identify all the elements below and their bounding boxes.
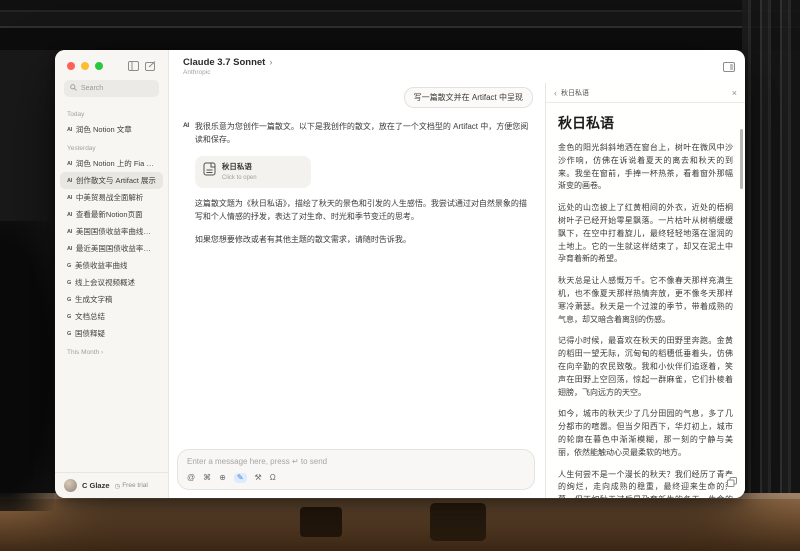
- user-account-footer[interactable]: C Glaze ◷ Free trial: [55, 472, 168, 498]
- input-toolbar: @ ⌘ ⊕ ✎ ⚒ Ω: [187, 473, 525, 483]
- artifact-panel-header: ‹ 秋日私语 ×: [546, 83, 745, 103]
- command-icon[interactable]: ⌘: [203, 474, 211, 482]
- message-input-placeholder: Enter a message here, press ↵ to send: [187, 457, 525, 466]
- g-chat-icon: G: [67, 314, 71, 320]
- sidebar-toggle-icon[interactable]: [128, 61, 139, 71]
- search-icon: [70, 84, 77, 93]
- section-label-today: Today: [67, 111, 156, 118]
- g-chat-icon: G: [67, 263, 71, 269]
- style-icon[interactable]: Ω: [270, 474, 276, 482]
- ai-chat-icon: AI: [67, 229, 72, 235]
- assistant-paragraph: 这篇散文题为《秋日私语》，描绘了秋天的景色和引发的人生感悟。我尝试通过对自然景象…: [195, 198, 533, 224]
- zoom-window-button[interactable]: [95, 62, 103, 70]
- artifact-card-subtitle: Click to open: [222, 174, 257, 184]
- artifact-paragraph: 金色的阳光斜斜地洒在窗台上，树叶在微风中沙沙作响，仿佛在诉说着夏天的离去和秋天的…: [558, 142, 733, 193]
- section-label-yesterday: Yesterday: [67, 145, 156, 152]
- artifact-panel-toggle-icon[interactable]: [723, 59, 735, 77]
- sidebar-chat-item[interactable]: AI 最近美国国债收益率曲线…: [60, 240, 163, 257]
- plan-badge: ◷ Free trial: [115, 482, 148, 490]
- window-controls: [55, 50, 168, 78]
- sidebar: Search Today AI 润色 Notion 文章 Yesterday A…: [55, 50, 169, 498]
- artifact-breadcrumb[interactable]: 秋日私语: [561, 88, 589, 98]
- provider-label: Anthropic: [183, 69, 733, 76]
- user-name: C Glaze: [82, 481, 110, 490]
- ai-chat-icon: AI: [67, 161, 72, 167]
- globe-icon[interactable]: ⊕: [219, 474, 226, 482]
- sidebar-chat-item[interactable]: AI 查看最新Notion页面: [60, 206, 163, 223]
- sidebar-chat-item[interactable]: AI 润色 Notion 上的 Fia 文章: [60, 155, 163, 172]
- sidebar-chat-item[interactable]: G 国债释疑: [60, 325, 163, 342]
- g-chat-icon: G: [67, 331, 71, 337]
- artifact-toggle-icon[interactable]: ✎: [234, 473, 247, 483]
- desktop-background: Search Today AI 润色 Notion 文章 Yesterday A…: [0, 0, 800, 551]
- attach-icon[interactable]: @: [187, 474, 195, 482]
- search-placeholder: Search: [81, 85, 103, 92]
- ai-chat-icon: AI: [67, 212, 72, 218]
- tools-icon[interactable]: ⚒: [255, 474, 262, 482]
- copy-icon[interactable]: [727, 474, 737, 492]
- document-icon: [203, 162, 216, 181]
- background-wood-counter: [0, 493, 800, 551]
- avatar: [64, 479, 77, 492]
- search-input[interactable]: Search: [64, 80, 159, 97]
- chat-header: Claude 3.7 Sonnet › Anthropic: [169, 50, 745, 83]
- sidebar-chat-item[interactable]: G 文档总结: [60, 308, 163, 325]
- ai-chat-icon: AI: [67, 246, 72, 252]
- sidebar-chat-item[interactable]: G 线上会议视频概述: [60, 274, 163, 291]
- sidebar-chat-item[interactable]: G 生成文字稿: [60, 291, 163, 308]
- assistant-message: AI 我很乐意为您创作一篇散文。以下是我创作的散文，放在了一个文档型的 Arti…: [183, 121, 533, 247]
- background-counter-item: [300, 507, 342, 537]
- artifact-paragraph: 记得小时候，最喜欢在秋天的田野里奔跑。金黄的稻田一望无际，沉甸甸的稻穗低垂着头，…: [558, 335, 733, 399]
- background-counter-item: [430, 503, 486, 541]
- message-input[interactable]: Enter a message here, press ↵ to send @ …: [177, 449, 535, 490]
- sidebar-chat-item[interactable]: AI 中美贸易战全面解析: [60, 189, 163, 206]
- artifact-paragraph: 人生何尝不是一个漫长的秋天？我们经历了青春的绚烂，走向成熟的稳重，最终迎来生命的…: [558, 469, 733, 498]
- new-chat-icon[interactable]: [145, 61, 156, 71]
- claude-app-window: Search Today AI 润色 Notion 文章 Yesterday A…: [55, 50, 745, 498]
- background-bookshelf: [742, 0, 800, 551]
- trial-clock-icon: ◷: [115, 482, 121, 490]
- claude-logo-icon: AI: [183, 121, 189, 247]
- sidebar-chat-item[interactable]: AI 润色 Notion 文章: [60, 121, 163, 138]
- artifact-title: 秋日私语: [558, 113, 733, 133]
- model-selector[interactable]: Claude 3.7 Sonnet ›: [183, 57, 733, 68]
- sidebar-chat-item-selected[interactable]: AI 创作散文与 Artifact 展示: [60, 172, 163, 189]
- g-chat-icon: G: [67, 280, 71, 286]
- artifact-paragraph: 如今，城市的秋天少了几分田园的气息，多了几分都市的喧嚣。但当夕阳西下，华灯初上，…: [558, 408, 733, 459]
- panel-scrollbar[interactable]: [740, 129, 743, 189]
- user-message-bubble: 写一篇散文并在 Artifact 中呈现: [404, 87, 533, 108]
- main-content: Claude 3.7 Sonnet › Anthropic 写一篇散文并在 Ar…: [169, 50, 745, 498]
- g-chat-icon: G: [67, 297, 71, 303]
- artifact-paragraph: 秋天总是让人感慨万千。它不像春天那样充满生机，也不像夏天那样热情奔放，更不像冬天…: [558, 275, 733, 326]
- ai-chat-icon: AI: [67, 195, 72, 201]
- artifact-panel: ‹ 秋日私语 × 秋日私语 金色的阳光斜斜地洒在窗台上，树叶在微风中沙沙作响，仿…: [545, 83, 745, 498]
- background-person-silhouette: [0, 221, 54, 511]
- assistant-paragraph: 如果您想要修改或者有其他主题的散文需求，请随时告诉我。: [195, 234, 533, 247]
- minimize-window-button[interactable]: [81, 62, 89, 70]
- artifact-paragraph: 远处的山峦披上了红黄相间的外衣，近处的梧桐树叶子已经开始零星飘落。一片枯叶从树梢…: [558, 202, 733, 266]
- section-label-this-month[interactable]: This Month ›: [67, 349, 156, 356]
- chat-thread: 写一篇散文并在 Artifact 中呈现 AI 我很乐意为您创作一篇散文。以下是…: [169, 83, 545, 498]
- back-chevron-icon[interactable]: ‹: [554, 88, 557, 98]
- sidebar-chat-item[interactable]: AI 美国国债收益率曲线分析: [60, 223, 163, 240]
- artifact-document: 秋日私语 金色的阳光斜斜地洒在窗台上，树叶在微风中沙沙作响，仿佛在诉说着夏天的离…: [546, 103, 745, 498]
- sidebar-chat-item[interactable]: G 美债收益率曲线: [60, 257, 163, 274]
- chevron-right-icon: ›: [269, 57, 272, 68]
- assistant-intro-text: 我很乐意为您创作一篇散文。以下是我创作的散文，放在了一个文档型的 Artifac…: [195, 121, 533, 147]
- model-name: Claude 3.7 Sonnet: [183, 57, 265, 68]
- close-panel-icon[interactable]: ×: [732, 88, 737, 98]
- close-window-button[interactable]: [67, 62, 75, 70]
- artifact-card-title: 秋日私语: [222, 161, 257, 173]
- ai-chat-icon: AI: [67, 127, 72, 133]
- background-shelf-top: [0, 0, 800, 50]
- artifact-card[interactable]: 秋日私语 Click to open: [195, 156, 311, 189]
- ai-chat-icon: AI: [67, 178, 72, 184]
